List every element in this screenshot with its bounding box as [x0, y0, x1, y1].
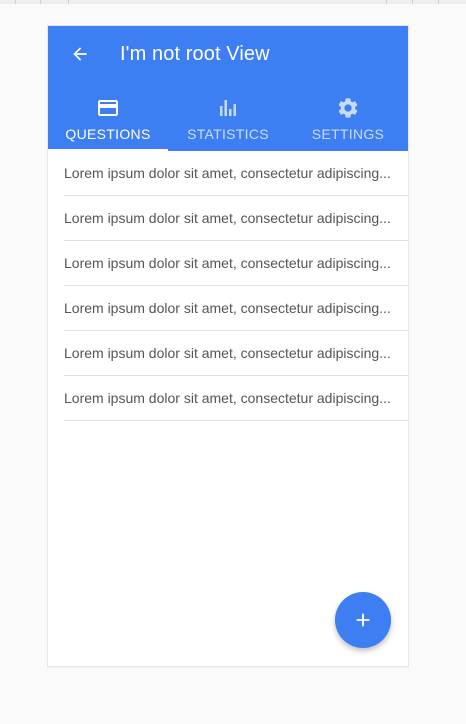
tab-statistics[interactable]: STATISTICS: [168, 82, 288, 151]
bar-chart-icon: [216, 96, 240, 120]
tab-label: SETTINGS: [311, 126, 385, 142]
gear-icon: [336, 96, 360, 120]
strip-divider: [386, 0, 387, 4]
tab-settings[interactable]: SETTINGS: [288, 82, 408, 151]
plus-icon: [356, 613, 370, 627]
strip-divider: [68, 0, 69, 4]
list-item[interactable]: Lorem ipsum dolor sit amet, consectetur …: [64, 331, 408, 376]
back-button[interactable]: [48, 26, 112, 82]
tab-questions[interactable]: QUESTIONS: [48, 82, 168, 151]
strip-divider: [438, 0, 439, 4]
strip-divider: [40, 0, 41, 4]
credit-card-icon: [96, 96, 120, 120]
tab-label: QUESTIONS: [65, 126, 151, 142]
tab-label: STATISTICS: [187, 126, 269, 142]
add-question-button[interactable]: [335, 592, 391, 648]
strip-divider: [412, 0, 413, 4]
questions-list: Lorem ipsum dolor sit amet, consectetur …: [48, 151, 408, 421]
app-window: I'm not root View QUESTIONS STATISTICS S…: [48, 26, 408, 666]
browser-top-strip: [0, 0, 466, 4]
list-item[interactable]: Lorem ipsum dolor sit amet, consectetur …: [64, 286, 408, 331]
list-item[interactable]: Lorem ipsum dolor sit amet, consectetur …: [64, 241, 408, 286]
list-item[interactable]: Lorem ipsum dolor sit amet, consectetur …: [64, 196, 408, 241]
list-item[interactable]: Lorem ipsum dolor sit amet, consectetur …: [64, 376, 408, 421]
list-item[interactable]: Lorem ipsum dolor sit amet, consectetur …: [64, 151, 408, 196]
toolbar: I'm not root View: [48, 26, 408, 82]
app-bar: I'm not root View QUESTIONS STATISTICS S…: [48, 26, 408, 151]
tab-bar: QUESTIONS STATISTICS SETTINGS: [48, 82, 408, 151]
strip-divider: [15, 0, 16, 4]
arrow-back-icon: [73, 47, 87, 61]
page-title: I'm not root View: [120, 42, 270, 65]
